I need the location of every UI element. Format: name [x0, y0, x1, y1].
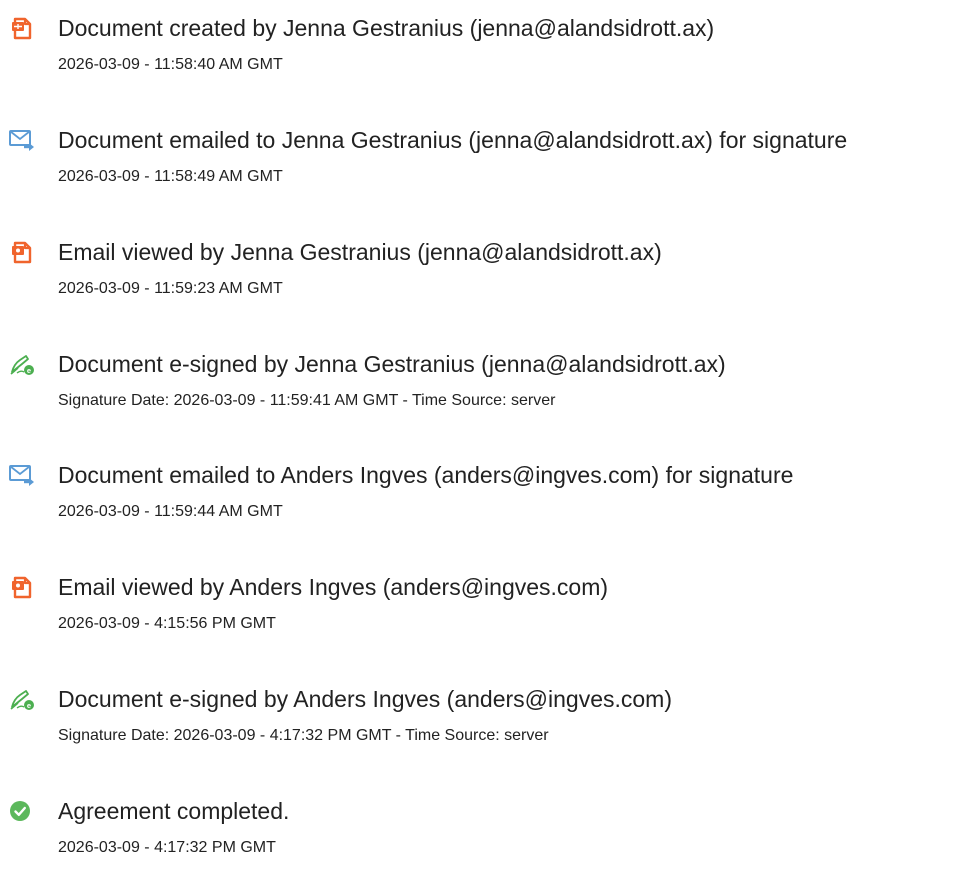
event-title: Document e-signed by Anders Ingves (ande…: [58, 686, 672, 712]
event-title: Agreement completed.: [58, 798, 290, 824]
email-sent-icon: [8, 461, 36, 489]
e-signed-icon: e: [8, 350, 36, 378]
svg-text:e: e: [27, 366, 31, 375]
event-signature-details: Signature Date: 2026-03-09 - 11:59:41 AM…: [58, 392, 556, 409]
event-timestamp: 2026-03-09 - 4:15:56 PM GMT: [58, 615, 276, 632]
event-title: Document emailed to Anders Ingves (ander…: [58, 462, 794, 488]
checkmark-circle-icon: [8, 797, 36, 825]
event-title: Document created by Jenna Gestranius (je…: [58, 15, 715, 41]
event-title: Email viewed by Anders Ingves (anders@in…: [58, 574, 609, 600]
event-title: Email viewed by Jenna Gestranius (jenna@…: [58, 239, 662, 265]
document-viewed-icon: [8, 573, 36, 601]
document-created-icon: [8, 14, 36, 42]
svg-text:e: e: [27, 701, 31, 710]
email-sent-icon: [8, 126, 36, 154]
event-timestamp: 2026-03-09 - 4:17:32 PM GMT: [58, 839, 276, 856]
e-signed-icon: e: [8, 685, 36, 713]
event-timestamp: 2026-03-09 - 11:59:44 AM GMT: [58, 503, 283, 520]
event-title: Document emailed to Jenna Gestranius (je…: [58, 127, 848, 153]
event-signature-details: Signature Date: 2026-03-09 - 4:17:32 PM …: [58, 727, 549, 744]
event-timestamp: 2026-03-09 - 11:58:40 AM GMT: [58, 56, 283, 73]
document-viewed-icon: [8, 238, 36, 266]
event-title: Document e-signed by Jenna Gestranius (j…: [58, 351, 726, 377]
event-timestamp: 2026-03-09 - 11:58:49 AM GMT: [58, 168, 283, 185]
event-timestamp: 2026-03-09 - 11:59:23 AM GMT: [58, 280, 283, 297]
